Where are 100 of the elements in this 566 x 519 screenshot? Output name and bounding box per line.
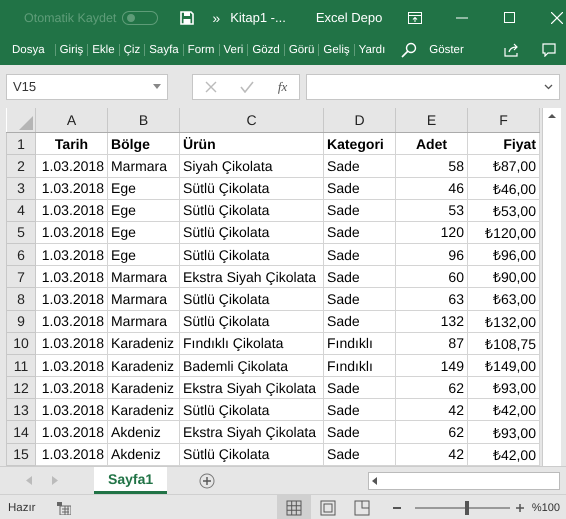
name-box[interactable]: V15 bbox=[6, 74, 168, 100]
table-cell: Sade bbox=[324, 376, 396, 399]
row-header[interactable]: 8 bbox=[6, 288, 36, 310]
table-cell: Sade bbox=[324, 266, 396, 288]
ribbon-tab[interactable]: Ekle bbox=[87, 44, 119, 56]
maximize-icon[interactable] bbox=[504, 12, 516, 23]
column-header[interactable]: E bbox=[396, 108, 468, 133]
row-header[interactable]: 5 bbox=[6, 221, 36, 244]
table-cell: 63 bbox=[396, 288, 468, 310]
page-icon bbox=[320, 500, 336, 516]
table-cell: ₺63,00 bbox=[468, 288, 540, 310]
check-icon[interactable] bbox=[240, 80, 254, 92]
row-header[interactable]: 9 bbox=[6, 310, 36, 332]
table-cell: Ekstra Siyah Çikolata bbox=[180, 266, 324, 288]
table-cell: Ege bbox=[108, 221, 180, 244]
table-cell: Karadeniz bbox=[108, 376, 180, 399]
table-cell: Ürün bbox=[180, 132, 324, 155]
document-title: Kitap1 -... bbox=[230, 10, 286, 25]
table-cell: ₺42,00 bbox=[468, 398, 540, 421]
table-cell: 1.03.2018 bbox=[36, 310, 108, 332]
table-cell: Sade bbox=[324, 310, 396, 332]
row-header[interactable]: 6 bbox=[6, 244, 36, 266]
vertical-scrollbar[interactable] bbox=[542, 108, 561, 466]
table-cell: ₺53,00 bbox=[468, 199, 540, 222]
table-cell: Fındıklı bbox=[324, 332, 396, 354]
table-cell: Ekstra Siyah Çikolata bbox=[180, 420, 324, 444]
ribbon-tab[interactable]: Yardı bbox=[354, 44, 390, 56]
save-icon[interactable] bbox=[180, 10, 194, 24]
row-header[interactable]: 13 bbox=[6, 398, 36, 421]
insert-function-button[interactable]: fx bbox=[278, 78, 288, 94]
row-header[interactable]: 7 bbox=[6, 266, 36, 288]
row-header[interactable]: 10 bbox=[6, 332, 36, 354]
ribbon-tab[interactable]: Veri bbox=[218, 44, 248, 56]
user-name[interactable]: Excel Depo bbox=[316, 10, 382, 25]
table-cell: ₺96,00 bbox=[468, 244, 540, 266]
table-cell: ₺93,00 bbox=[468, 420, 540, 444]
table-cell: Sütlü Çikolata bbox=[180, 221, 324, 244]
zoom-level[interactable]: %100 bbox=[532, 502, 560, 514]
table-cell: Bölge bbox=[108, 132, 180, 155]
table-cell: Sade bbox=[324, 177, 396, 200]
ribbon-tab[interactable]: Görü bbox=[284, 44, 318, 56]
formula-input[interactable] bbox=[306, 74, 560, 100]
ribbon-display-icon[interactable] bbox=[408, 12, 422, 24]
table-cell: Sade bbox=[324, 398, 396, 421]
table-cell: Karadeniz bbox=[108, 398, 180, 421]
expand-icon[interactable] bbox=[544, 84, 553, 90]
column-header[interactable]: C bbox=[180, 108, 324, 133]
table-cell: 1.03.2018 bbox=[36, 266, 108, 288]
table-cell: 1.03.2018 bbox=[36, 221, 108, 244]
sheet-tab[interactable]: Sayfa1 bbox=[94, 467, 168, 494]
column-header[interactable]: F bbox=[468, 108, 540, 133]
table-cell: Karadeniz bbox=[108, 354, 180, 377]
table-cell: Sade bbox=[324, 154, 396, 178]
table-cell: Marmara bbox=[108, 288, 180, 310]
more-commands-button[interactable]: » bbox=[212, 10, 220, 26]
ribbon-tab[interactable]: Dosya bbox=[8, 44, 55, 56]
row-header[interactable]: 2 bbox=[6, 154, 36, 178]
macro-icon[interactable] bbox=[57, 502, 72, 514]
table-cell: 1.03.2018 bbox=[36, 288, 108, 310]
table-cell: 1.03.2018 bbox=[36, 420, 108, 444]
table-cell: 1.03.2018 bbox=[36, 154, 108, 178]
ribbon-tab[interactable]: Form bbox=[182, 44, 219, 56]
autosave-toggle[interactable] bbox=[122, 10, 158, 24]
row-header[interactable]: 14 bbox=[6, 420, 36, 444]
ribbon-tab[interactable]: Giriş bbox=[54, 44, 88, 56]
table-cell: 87 bbox=[396, 332, 468, 354]
table-cell: Bademli Çikolata bbox=[180, 354, 324, 377]
tell-me-field[interactable]: Göster bbox=[429, 44, 464, 56]
horizontal-scrollbar[interactable] bbox=[368, 472, 560, 490]
ribbon-tab[interactable]: Sayfa bbox=[144, 44, 183, 56]
table-cell: Marmara bbox=[108, 266, 180, 288]
zoom-thumb[interactable] bbox=[465, 501, 470, 515]
table-cell: Sütlü Çikolata bbox=[180, 244, 324, 266]
table-cell: Fındıklı bbox=[324, 354, 396, 377]
ribbon-tab[interactable]: Geliş bbox=[318, 44, 354, 56]
table-cell: 1.03.2018 bbox=[36, 354, 108, 377]
table-cell: Sütlü Çikolata bbox=[180, 310, 324, 332]
ribbon-tab[interactable]: Çiz bbox=[118, 44, 144, 56]
table-cell: Ekstra Siyah Çikolata bbox=[180, 376, 324, 399]
column-header[interactable]: D bbox=[324, 108, 396, 133]
table-cell: 60 bbox=[396, 266, 468, 288]
row-header[interactable]: 4 bbox=[6, 199, 36, 222]
share-icon[interactable] bbox=[504, 43, 520, 57]
ribbon-tab[interactable]: Gözd bbox=[247, 44, 284, 56]
close-icon[interactable] bbox=[551, 12, 564, 24]
row-header[interactable]: 12 bbox=[6, 376, 36, 399]
search-icon[interactable] bbox=[401, 42, 418, 58]
table-cell: ₺87,00 bbox=[468, 154, 540, 178]
column-header[interactable]: A bbox=[36, 108, 108, 133]
comment-icon[interactable] bbox=[542, 43, 556, 57]
table-cell: Akdeniz bbox=[108, 420, 180, 444]
add-sheet-icon[interactable] bbox=[199, 472, 216, 488]
row-header[interactable]: 11 bbox=[6, 354, 36, 377]
table-cell: 53 bbox=[396, 199, 468, 222]
row-header[interactable]: 15 bbox=[6, 443, 36, 466]
column-header[interactable]: B bbox=[108, 108, 180, 133]
row-header[interactable]: 3 bbox=[6, 177, 36, 200]
zoom-in-icon[interactable] bbox=[516, 504, 524, 512]
view-button[interactable] bbox=[276, 495, 311, 519]
row-header[interactable]: 1 bbox=[6, 132, 36, 155]
